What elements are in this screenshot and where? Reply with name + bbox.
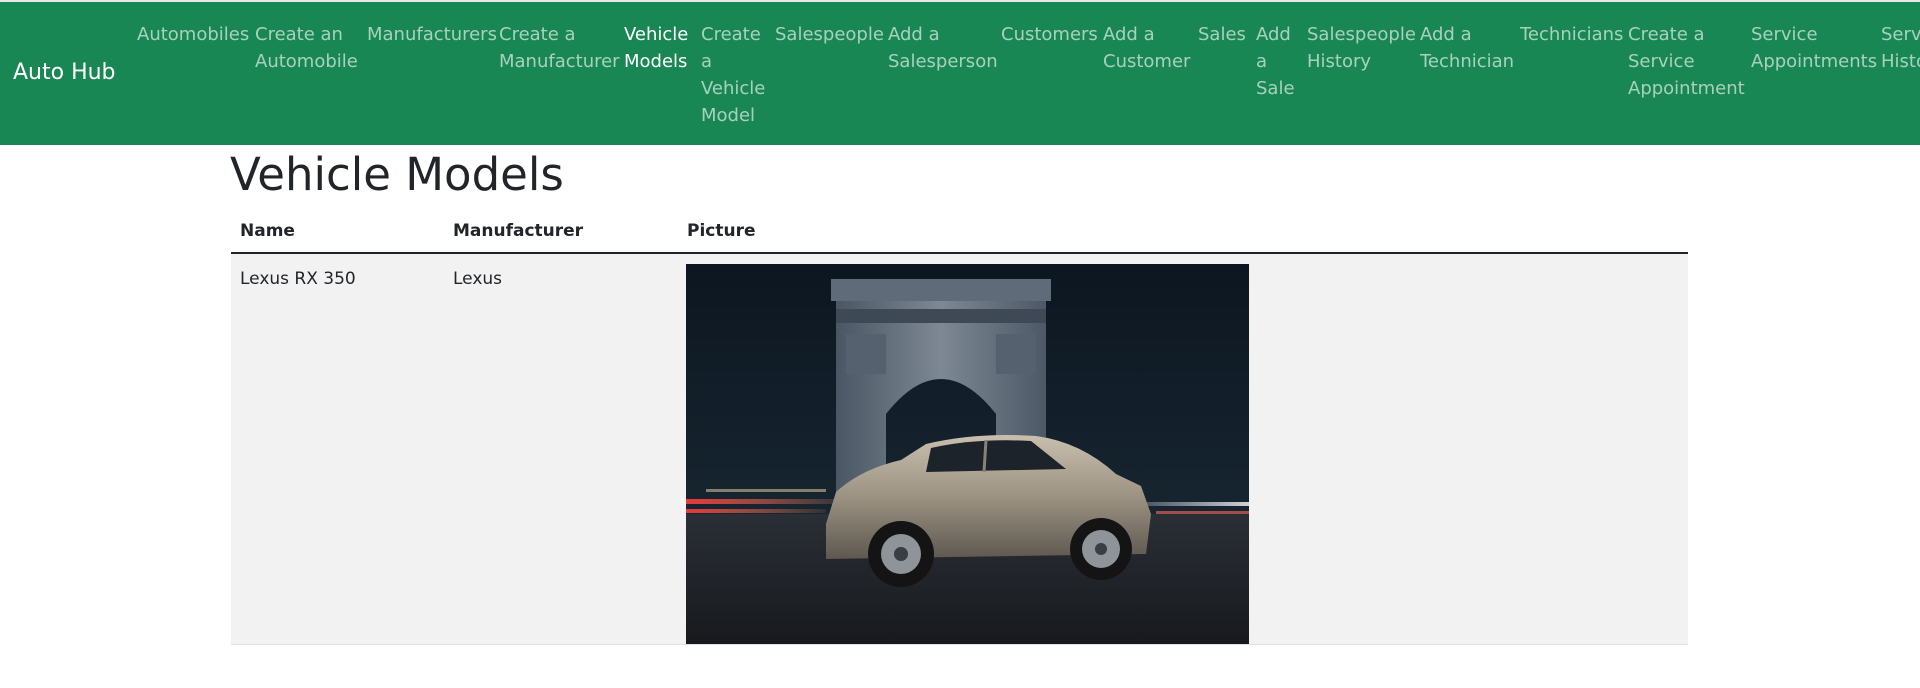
brand-link[interactable]: Auto Hub bbox=[13, 60, 116, 85]
column-header-name: Name bbox=[240, 221, 295, 241]
nav-item-service-history[interactable]: Service History bbox=[1881, 21, 1920, 75]
table-header-row: Name Manufacturer Picture bbox=[231, 212, 1688, 254]
column-header-manufacturer: Manufacturer bbox=[453, 221, 584, 241]
nav-item-sales[interactable]: Sales bbox=[1198, 21, 1248, 48]
column-header-picture: Picture bbox=[687, 221, 756, 241]
manufacturer-cell: Lexus bbox=[453, 269, 503, 289]
nav-item-automobiles[interactable]: Automobiles bbox=[137, 21, 249, 48]
page-title: Vehicle Models bbox=[230, 148, 564, 201]
nav-item-salespeople[interactable]: Salespeople bbox=[775, 21, 884, 48]
nav-item-create-manufacturer[interactable]: Create a Manufacturer bbox=[499, 21, 620, 75]
nav-item-create-vehicle-model[interactable]: Create a Vehicle Model bbox=[701, 21, 765, 129]
nav-item-create-automobile[interactable]: Create an Automobile bbox=[255, 21, 363, 75]
nav-item-customers[interactable]: Customers bbox=[1001, 21, 1098, 48]
nav-item-add-customer[interactable]: Add a Customer bbox=[1103, 21, 1191, 75]
nav-item-salespeople-history[interactable]: Salespeople History bbox=[1307, 21, 1416, 75]
top-navbar: Auto Hub Automobiles Create an Automobil… bbox=[0, 0, 1920, 145]
table-row: Lexus RX 350 Lexus bbox=[231, 254, 1688, 645]
nav-item-add-technician[interactable]: Add a Technician bbox=[1420, 21, 1515, 75]
vehicle-picture bbox=[686, 264, 1249, 644]
nav-item-add-salesperson[interactable]: Add a Salesperson bbox=[888, 21, 998, 75]
nav-item-vehicle-models[interactable]: Vehicle Models bbox=[624, 21, 688, 75]
vehicle-models-table: Name Manufacturer Picture Lexus RX 350 L… bbox=[231, 212, 1688, 645]
nav-item-service-appointments[interactable]: Service Appointments bbox=[1751, 21, 1877, 75]
model-name-cell: Lexus RX 350 bbox=[240, 269, 356, 289]
nav-item-add-sale[interactable]: Add a Sale bbox=[1256, 21, 1296, 102]
nav-item-create-service-appointment[interactable]: Create a Service Appointment bbox=[1628, 21, 1745, 102]
nav-item-manufacturers[interactable]: Manufacturers bbox=[367, 21, 497, 48]
nav-item-technicians[interactable]: Technicians bbox=[1520, 21, 1623, 48]
